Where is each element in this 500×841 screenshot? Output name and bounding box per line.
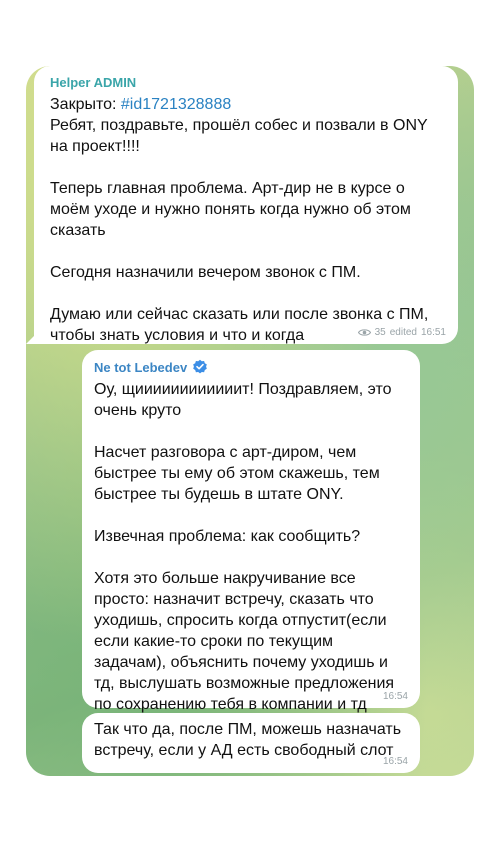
sender-name[interactable]: Ne tot Lebedev: [94, 360, 187, 375]
view-count: 35: [374, 327, 386, 338]
message-text: Так что да, после ПМ, можешь назначать в…: [94, 721, 406, 759]
eye-icon: [357, 328, 371, 337]
message-bubble-reply[interactable]: Ne tot Lebedev Оу, щиииииииииииит! Поздр…: [82, 350, 420, 713]
bubble-tail: [26, 330, 40, 344]
message-meta: 35 edited 16:51: [357, 327, 446, 338]
message-bubble-admin[interactable]: Helper ADMIN Закрыто: #id1721328888 Ребя…: [26, 66, 458, 346]
chat-background: Helper ADMIN Закрыто: #id1721328888 Ребя…: [26, 66, 474, 776]
message-meta: 16:54: [383, 691, 408, 702]
hashtag-link[interactable]: #id1721328888: [121, 96, 231, 113]
message-time: 16:51: [420, 327, 446, 338]
sender-name[interactable]: Helper ADMIN: [50, 75, 444, 90]
closed-status-label: Закрыто:: [50, 96, 121, 113]
message-text: Закрыто: #id1721328888 Ребят, поздравьте…: [50, 94, 444, 346]
message-body: Ребят, поздравьте, прошёл собес и позвал…: [50, 117, 429, 344]
message-meta: 16:54: [383, 756, 408, 767]
edited-label: edited: [389, 327, 417, 338]
sender-header: Ne tot Lebedev: [94, 359, 408, 375]
verified-badge-icon: [192, 359, 208, 375]
message-text: Оу, щиииииииииииит! Поздравляем, это оче…: [94, 381, 395, 713]
message-time: 16:54: [382, 691, 408, 702]
message-time: 16:54: [382, 756, 408, 767]
message-bubble-followup[interactable]: Так что да, после ПМ, можешь назначать в…: [82, 713, 420, 773]
